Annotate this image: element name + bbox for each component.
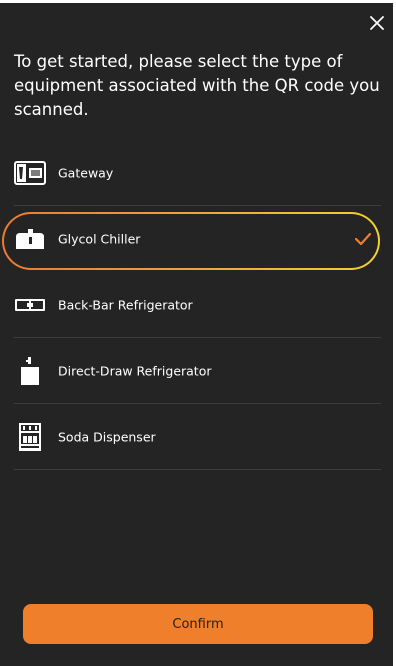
equipment-option-back-bar-refrigerator[interactable]: Back-Bar Refrigerator	[0, 272, 396, 338]
gateway-icon	[14, 158, 46, 188]
equipment-option-label: Back-Bar Refrigerator	[58, 297, 193, 313]
confirm-button[interactable]: Confirm	[23, 604, 373, 644]
direct-draw-refrigerator-icon	[14, 356, 46, 386]
equipment-option-label: Gateway	[58, 165, 114, 181]
equipment-option-glycol-chiller[interactable]: Glycol Chiller	[0, 206, 396, 272]
soda-dispenser-icon	[14, 422, 46, 452]
glycol-chiller-icon	[14, 224, 46, 254]
close-button[interactable]	[366, 12, 388, 34]
instruction-text: To get started, please select the type o…	[14, 52, 380, 119]
equipment-option-label: Glycol Chiller	[58, 231, 141, 247]
divider	[14, 469, 381, 470]
equipment-option-gateway[interactable]: Gateway	[0, 140, 396, 206]
back-bar-refrigerator-icon	[14, 290, 46, 320]
checkmark-icon	[354, 232, 372, 246]
close-icon	[370, 16, 384, 30]
top-edge	[0, 0, 396, 3]
equipment-option-label: Direct-Draw Refrigerator	[58, 363, 212, 379]
equipment-option-direct-draw-refrigerator[interactable]: Direct-Draw Refrigerator	[0, 338, 396, 404]
equipment-option-label: Soda Dispenser	[58, 429, 156, 445]
equipment-option-soda-dispenser[interactable]: Soda Dispenser	[0, 404, 396, 470]
equipment-list: Gateway Glycol Chiller Back-Bar Refriger…	[0, 140, 396, 470]
equipment-selection-screen: To get started, please select the type o…	[0, 0, 396, 666]
